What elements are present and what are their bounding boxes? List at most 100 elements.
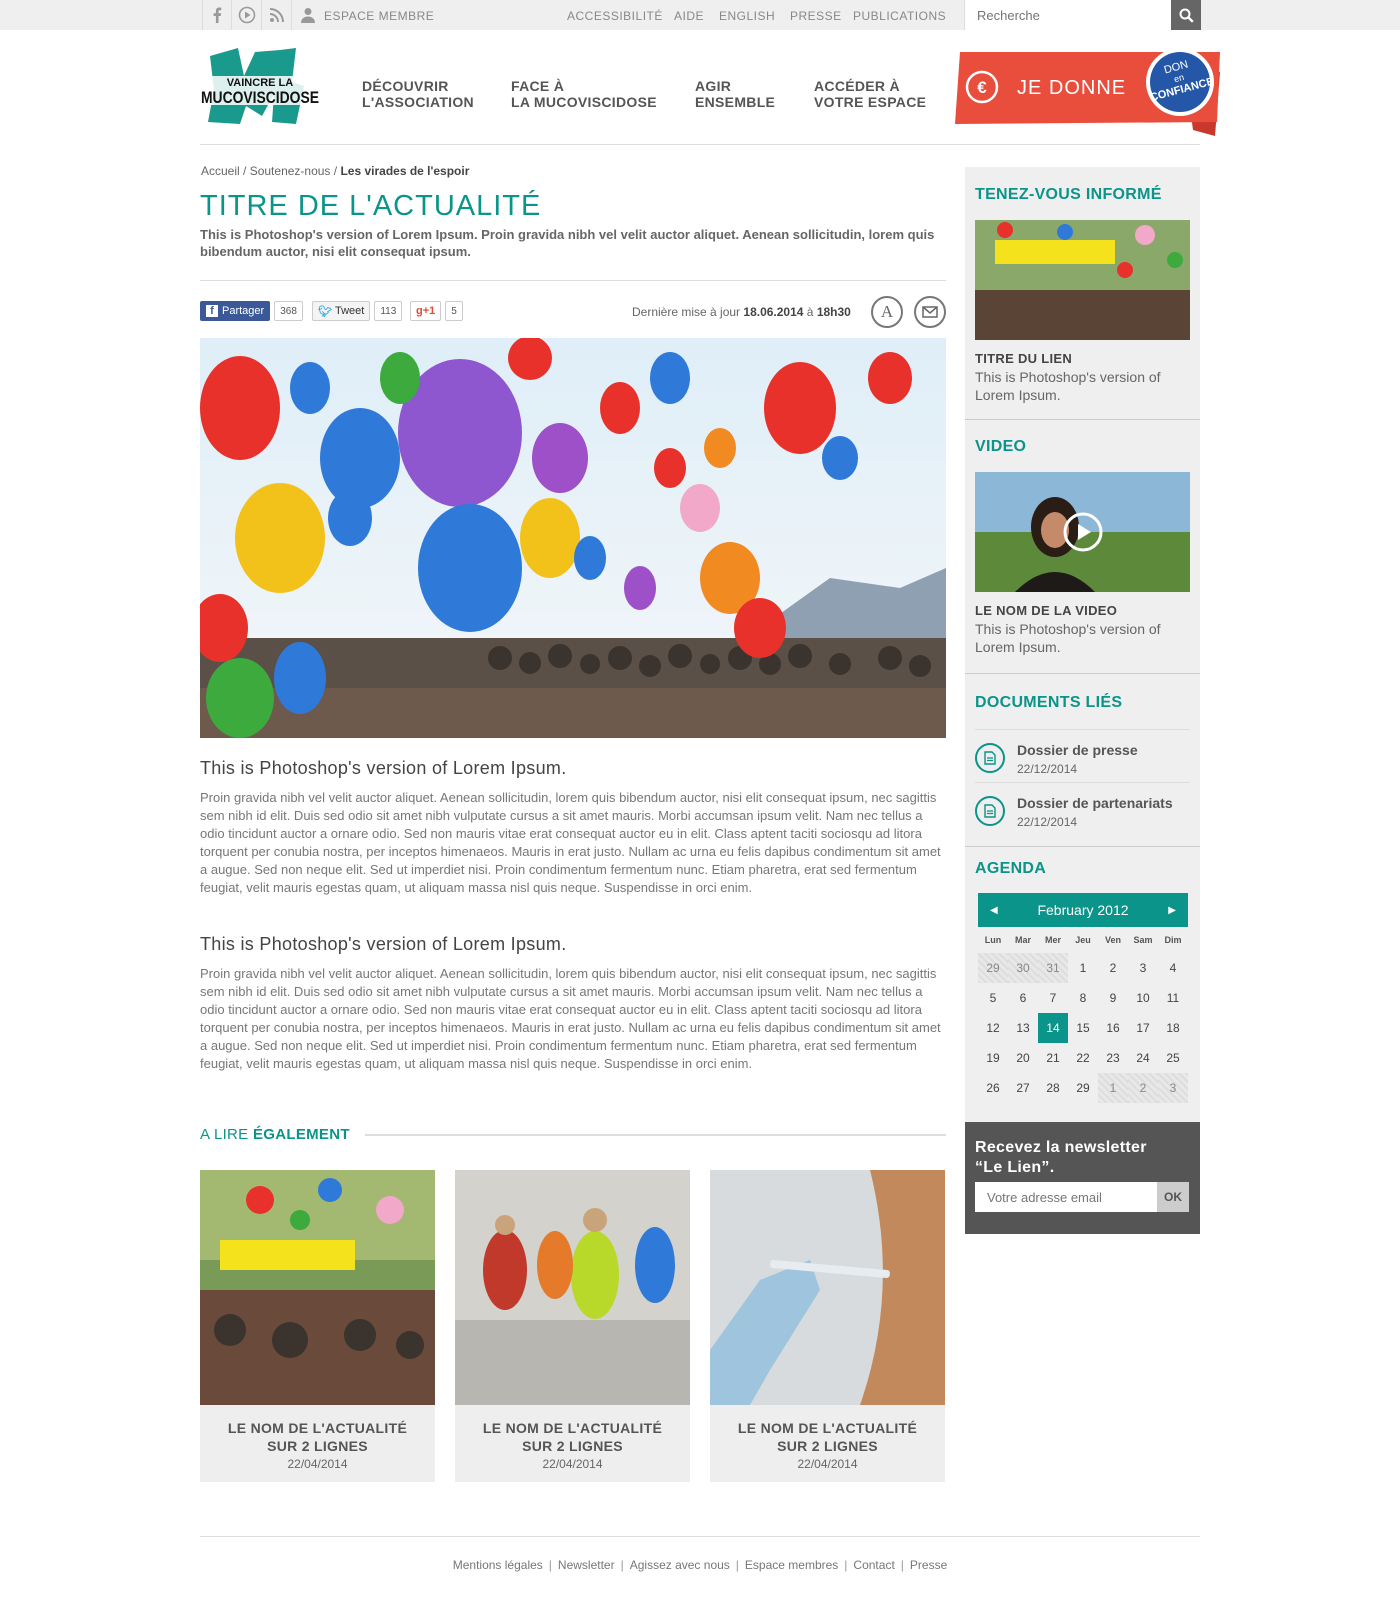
calendar-day[interactable]: 18 [1158, 1013, 1188, 1043]
calendar-day[interactable]: 20 [1008, 1043, 1038, 1073]
calendar-day[interactable]: 13 [1008, 1013, 1038, 1043]
facebook-share[interactable]: f Partager 368 [200, 301, 303, 321]
calendar-day[interactable]: 22 [1068, 1043, 1098, 1073]
related-article-card[interactable]: LE NOM DE L'ACTUALITÉ SUR 2 LIGNES 22/04/… [710, 1170, 945, 1482]
document-item[interactable]: Dossier de partenariats 22/12/2014 [975, 782, 1190, 834]
calendar-day[interactable]: 9 [1098, 983, 1128, 1013]
play-icon[interactable] [232, 0, 262, 30]
lead-divider [200, 280, 946, 281]
related-article-card[interactable]: LE NOM DE L'ACTUALITÉ SUR 2 LIGNES 22/04/… [200, 1170, 435, 1482]
breadcrumb-home[interactable]: Accueil [201, 164, 240, 178]
calendar-day[interactable]: 27 [1008, 1073, 1038, 1103]
twitter-share[interactable]: 🐦︎ Tweet 113 [312, 301, 403, 321]
search-input[interactable] [965, 0, 1171, 30]
donate-button[interactable]: € JE DONNE DON en CONFIANCE [955, 48, 1220, 136]
footer-link[interactable]: Espace membres [745, 1558, 838, 1572]
email-share-button[interactable] [914, 296, 946, 328]
link-english[interactable]: ENGLISH [719, 9, 775, 23]
newsletter-email-input[interactable] [975, 1182, 1157, 1212]
nav-decouvrir[interactable]: DÉCOUVRIR L'ASSOCIATION [362, 78, 474, 110]
calendar-day[interactable]: 21 [1038, 1043, 1068, 1073]
facebook-icon[interactable] [202, 0, 232, 30]
sidebar-heading-video: VIDEO [975, 438, 1027, 455]
footer-link[interactable]: Mentions légales [453, 1558, 543, 1572]
also-divider [365, 1134, 946, 1136]
calendar-day[interactable]: 28 [1038, 1073, 1068, 1103]
calendar-day[interactable]: 10 [1128, 983, 1158, 1013]
link-accessibility[interactable]: ACCESSIBILITÉ [567, 9, 663, 23]
twitter-share-count: 113 [374, 301, 403, 321]
gplus-icon: g [416, 305, 423, 317]
search-button[interactable] [1171, 0, 1201, 30]
related-article-title: LE NOM DE L'ACTUALITÉ [482, 1420, 663, 1436]
informed-image[interactable] [975, 220, 1190, 340]
calendar-day[interactable]: 23 [1098, 1043, 1128, 1073]
calendar-day[interactable]: 5 [978, 983, 1008, 1013]
svg-text:€: € [977, 78, 987, 97]
search-icon [1179, 8, 1194, 23]
weekday-label: Dim [1164, 935, 1182, 945]
footer-link[interactable]: Contact [853, 1558, 894, 1572]
sidebar-heading-documents: DOCUMENTS LIÉS [975, 694, 1123, 711]
calendar-day[interactable]: 24 [1128, 1043, 1158, 1073]
calendar-day[interactable]: 12 [978, 1013, 1008, 1043]
calendar-day[interactable]: 8 [1068, 983, 1098, 1013]
related-article-title: LE NOM DE L'ACTUALITÉ [227, 1420, 408, 1436]
link-publications[interactable]: PUBLICATIONS [853, 9, 946, 23]
calendar-day[interactable]: 31 [1038, 953, 1068, 983]
calendar-day[interactable]: 3 [1158, 1073, 1188, 1103]
footer-link[interactable]: Newsletter [558, 1558, 615, 1572]
related-article-date: 22/04/2014 [542, 1457, 603, 1471]
calendar-day[interactable]: 30 [1008, 953, 1038, 983]
calendar-day[interactable]: 6 [1008, 983, 1038, 1013]
facebook-share-label: Partager [222, 305, 265, 317]
nav-agir[interactable]: AGIR ENSEMBLE [695, 78, 775, 110]
newsletter-submit-button[interactable]: OK [1157, 1182, 1189, 1212]
gplus-share[interactable]: g +1 5 [410, 301, 463, 321]
twitter-icon: 🐦︎ [318, 305, 332, 318]
font-size-button[interactable]: A [871, 296, 903, 328]
footer-link[interactable]: Agissez avec nous [630, 1558, 730, 1572]
video-title[interactable]: LE NOM DE LA VIDEO [975, 603, 1117, 618]
section-heading: This is Photoshop's version of Lorem Ips… [200, 758, 567, 778]
calendar-day[interactable]: 14 [1038, 1013, 1068, 1043]
prev-month-button[interactable]: ◀ [990, 905, 998, 916]
next-month-button[interactable]: ▶ [1168, 905, 1176, 916]
footer-link[interactable]: Presse [910, 1558, 947, 1572]
calendar-day[interactable]: 19 [978, 1043, 1008, 1073]
font-size-icon: A [880, 302, 894, 321]
site-logo[interactable]: VAINCRE LA MUCOVISCIDOSE [200, 46, 320, 126]
calendar-day[interactable]: 7 [1038, 983, 1068, 1013]
document-date: 22/12/2014 [1017, 762, 1078, 776]
calendar-day[interactable]: 15 [1068, 1013, 1098, 1043]
related-article-card[interactable]: LE NOM DE L'ACTUALITÉ SUR 2 LIGNES 22/04/… [455, 1170, 690, 1482]
link-help[interactable]: AIDE [674, 9, 704, 23]
calendar-day[interactable]: 1 [1098, 1073, 1128, 1103]
calendar-day[interactable]: 2 [1098, 953, 1128, 983]
calendar-day[interactable]: 25 [1158, 1043, 1188, 1073]
nav-acceder[interactable]: ACCÉDER À VOTRE ESPACE [814, 78, 926, 110]
calendar-day[interactable]: 17 [1128, 1013, 1158, 1043]
calendar-day[interactable]: 1 [1068, 953, 1098, 983]
calendar-day[interactable]: 4 [1158, 953, 1188, 983]
weekday-label: Jeu [1075, 935, 1091, 945]
video-thumbnail[interactable] [975, 472, 1190, 592]
related-article-date: 22/04/2014 [287, 1457, 348, 1471]
user-icon[interactable] [293, 0, 323, 30]
informed-link-title[interactable]: TITRE DU LIEN [975, 351, 1072, 366]
nav-face-a[interactable]: FACE À LA MUCOVISCIDOSE [511, 78, 657, 110]
sidebar-divider [965, 419, 1200, 420]
calendar-day[interactable]: 26 [978, 1073, 1008, 1103]
calendar-day[interactable]: 16 [1098, 1013, 1128, 1043]
link-press[interactable]: PRESSE [790, 9, 842, 23]
calendar-header: ◀ February 2012 ▶ [978, 893, 1188, 927]
member-space-link[interactable]: ESPACE MEMBRE [324, 9, 434, 23]
calendar-day[interactable]: 11 [1158, 983, 1188, 1013]
breadcrumb-parent[interactable]: Soutenez-nous [250, 164, 331, 178]
calendar-day[interactable]: 29 [978, 953, 1008, 983]
document-item[interactable]: Dossier de presse 22/12/2014 [975, 729, 1190, 781]
rss-icon[interactable] [262, 0, 292, 30]
calendar-day[interactable]: 2 [1128, 1073, 1158, 1103]
calendar-day[interactable]: 3 [1128, 953, 1158, 983]
calendar-day[interactable]: 29 [1068, 1073, 1098, 1103]
